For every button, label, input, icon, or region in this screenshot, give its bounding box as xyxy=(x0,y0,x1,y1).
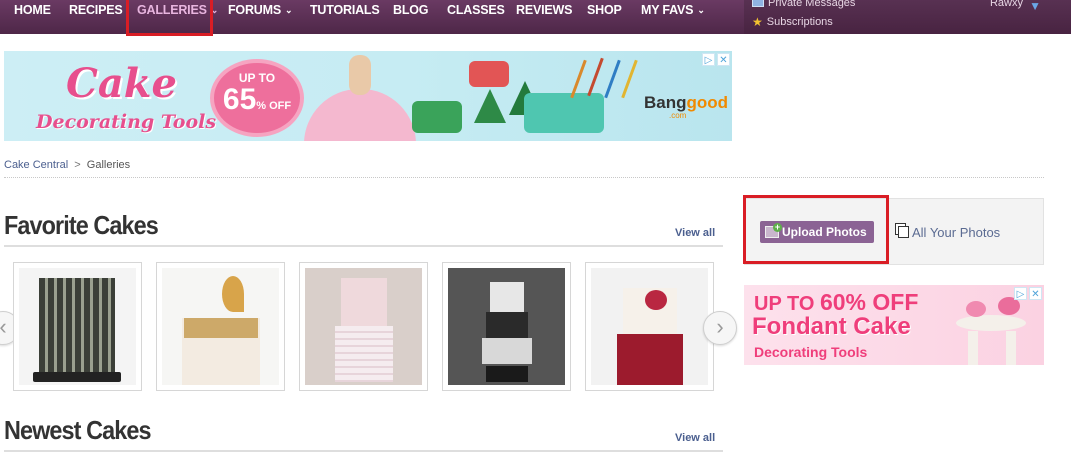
ad-info-icon[interactable]: ▷ xyxy=(1014,287,1027,300)
brush-image xyxy=(587,57,604,97)
sidebar-ad-headline: UP TO 60% OFF xyxy=(754,289,919,315)
favorite-cakes-title: Favorite Cakes xyxy=(4,210,159,240)
top-navigation-bar: HOME RECIPES GALLERIES ⌄ FORUMS ⌄ TUTORIAL… xyxy=(0,0,1071,34)
chevron-right-icon: › xyxy=(716,314,724,339)
chevron-down-icon: ⌄ xyxy=(210,5,219,15)
cake-thumbnail[interactable] xyxy=(442,262,571,391)
user-menu: Private Messages ★ Subscriptions Rawxy ▼ xyxy=(744,0,1071,34)
nav-item-tutorials[interactable]: TUTORIALS xyxy=(310,0,380,24)
ad-brand-domain: .com xyxy=(669,111,687,120)
nav-item-classes[interactable]: CLASSES xyxy=(447,0,505,24)
newest-cakes-title: Newest Cakes xyxy=(4,415,152,445)
newest-view-all-link[interactable]: View all xyxy=(675,432,715,444)
sidebar-ad-title: Fondant Cake xyxy=(752,313,911,340)
doll-cake-image xyxy=(304,89,416,141)
section-divider xyxy=(4,450,723,452)
section-divider xyxy=(4,245,723,247)
breadcrumb-home-link[interactable]: Cake Central xyxy=(4,159,68,171)
cake-image xyxy=(448,268,565,385)
username[interactable]: Rawxy xyxy=(990,0,1023,9)
chevron-left-icon: ‹ xyxy=(0,314,7,339)
sidebar-advertisement[interactable]: UP TO 60% OFF Fondant Cake Decorating To… xyxy=(744,285,1044,365)
ad-info-icon[interactable]: ▷ xyxy=(702,53,715,66)
chevron-down-icon: ⌄ xyxy=(697,5,705,15)
nav-item-forums[interactable]: FORUMS ⌄ xyxy=(228,0,293,24)
divider xyxy=(4,177,1044,178)
ad-choices[interactable]: ▷ ✕ xyxy=(1014,287,1042,300)
cake-thumbnail[interactable] xyxy=(585,262,714,391)
private-messages-link[interactable]: Private Messages xyxy=(752,0,855,9)
photos-stack-icon xyxy=(898,226,909,238)
nav-item-recipes[interactable]: RECIPES xyxy=(69,0,123,24)
nav-item-shop[interactable]: SHOP xyxy=(587,0,622,24)
envelope-icon xyxy=(752,0,764,7)
nav-item-blog[interactable]: BLOG xyxy=(393,0,429,24)
nav-item-home[interactable]: HOME xyxy=(14,0,51,24)
cake-image xyxy=(19,268,136,385)
advertisement-banner[interactable]: Cake Decorating Tools UP TO 65% OFF Bang… xyxy=(4,51,732,141)
nav-item-my-favs[interactable]: MY FAVS ⌄ xyxy=(641,0,705,24)
breadcrumb-separator: > xyxy=(74,159,81,171)
cake-image xyxy=(162,268,279,385)
cake-thumbnail[interactable] xyxy=(299,262,428,391)
brush-image xyxy=(604,59,621,99)
tree-mold-image xyxy=(474,89,506,123)
nav-item-reviews[interactable]: REVIEWS xyxy=(516,0,572,24)
mold-image xyxy=(524,93,604,133)
subscriptions-link[interactable]: ★ Subscriptions xyxy=(752,15,833,29)
nav-item-galleries[interactable]: GALLERIES ⌄ xyxy=(137,0,218,24)
page-root: HOME RECIPES GALLERIES ⌄ FORUMS ⌄ TUTORIAL… xyxy=(0,0,1071,463)
sidebar-ad-subtitle: Decorating Tools xyxy=(754,344,868,360)
mold-image xyxy=(469,61,509,87)
carousel-next-button[interactable]: › xyxy=(703,311,737,345)
mold-image xyxy=(412,101,462,133)
ad-choices[interactable]: ▷ ✕ xyxy=(702,53,730,66)
chevron-down-icon: ⌄ xyxy=(284,5,293,15)
cake-thumbnail[interactable] xyxy=(13,262,142,391)
favorite-view-all-link[interactable]: View all xyxy=(675,227,715,239)
cake-image xyxy=(591,268,708,385)
ad-discount-badge: UP TO 65% OFF xyxy=(214,63,300,133)
user-dropdown-caret-icon[interactable]: ▼ xyxy=(1029,0,1041,13)
cake-thumbnail[interactable] xyxy=(156,262,285,391)
ad-close-icon[interactable]: ✕ xyxy=(717,53,730,66)
breadcrumb: Cake Central > Galleries xyxy=(4,159,130,171)
brush-image xyxy=(621,59,638,99)
star-icon: ★ xyxy=(752,15,763,29)
breadcrumb-current: Galleries xyxy=(86,159,131,171)
highlight-box-upload xyxy=(743,195,889,264)
ad-subtitle: Decorating Tools xyxy=(36,111,217,133)
all-your-photos-link[interactable]: All Your Photos xyxy=(898,225,1000,240)
cake-image xyxy=(305,268,422,385)
ad-close-icon[interactable]: ✕ xyxy=(1029,287,1042,300)
ad-brand-logo: Banggood xyxy=(644,93,729,112)
sidebar-ad-cake-image xyxy=(946,295,1044,365)
ad-title: Cake xyxy=(66,60,177,107)
doll-figure-image xyxy=(349,55,371,95)
